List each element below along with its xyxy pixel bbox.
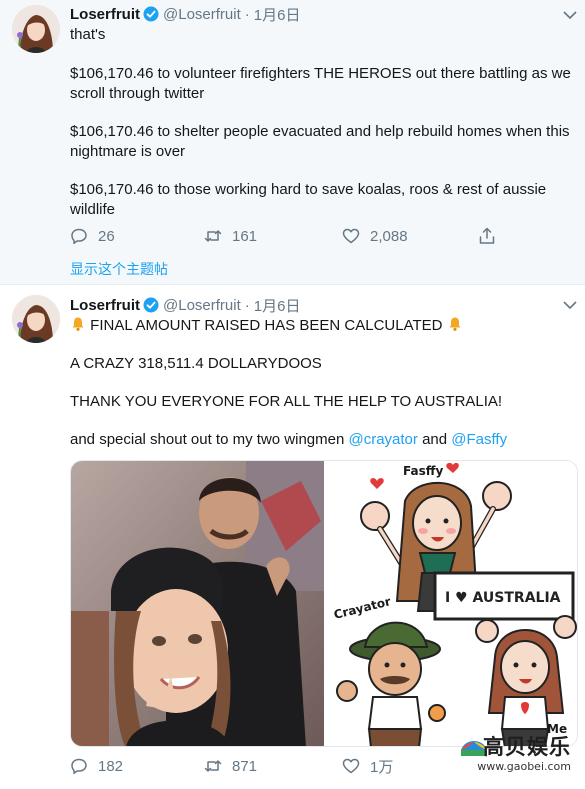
- show-thread-link[interactable]: 显示这个主题帖: [70, 259, 168, 279]
- mention-crayator[interactable]: @crayator: [348, 431, 417, 448]
- retweet-count: 871: [232, 757, 258, 775]
- chevron-down-icon[interactable]: [563, 10, 577, 20]
- reply-icon: [71, 758, 87, 775]
- tweet-date[interactable]: 1月6日: [254, 295, 301, 316]
- tweet-actions: 182 871 1万: [70, 756, 510, 776]
- cartoon-illustration[interactable]: Fasffy I ♥ AUSTRALIA Crayator Me: [325, 461, 578, 747]
- watermark-url: www.gaobei.com: [477, 760, 571, 773]
- like-icon: [342, 758, 360, 774]
- shoutout-and: and: [417, 431, 452, 448]
- avatar-illustration-icon: [12, 295, 60, 343]
- reply-button[interactable]: 26: [70, 227, 115, 245]
- chevron-down-icon[interactable]: [563, 300, 577, 310]
- reply-count: 26: [98, 227, 115, 245]
- tweet-actions: 26 161 2,088: [70, 226, 510, 246]
- tweet-header: Loserfruit @Loserfruit · 1月6日: [70, 4, 300, 24]
- tweet-paragraph: A CRAZY 318,511.4 DOLLARYDOOS: [70, 355, 322, 372]
- user-handle[interactable]: @Loserfruit: [163, 297, 241, 314]
- reply-icon: [71, 228, 87, 245]
- sign-text: I ♥ AUSTRALIA: [445, 590, 561, 606]
- reply-count: 182: [98, 757, 124, 775]
- tweet-paragraph: $106,170.46 to volunteer firefighters TH…: [70, 65, 571, 102]
- reply-button[interactable]: 182: [70, 757, 123, 775]
- tweet-paragraph: $106,170.46 to those working hard to sav…: [70, 181, 547, 218]
- mention-fasffy[interactable]: @Fasffy: [451, 431, 507, 448]
- retweet-count: 161: [232, 227, 258, 245]
- like-count: 2,088: [370, 227, 408, 245]
- share-button[interactable]: [478, 227, 506, 245]
- like-button[interactable]: 1万: [342, 756, 393, 777]
- tweet-paragraph: that's: [70, 26, 106, 43]
- bell-icon: [72, 317, 84, 331]
- verified-badge-icon: [143, 6, 159, 22]
- like-button[interactable]: 2,088: [342, 227, 408, 245]
- tweet-date[interactable]: 1月6日: [254, 4, 301, 25]
- display-name[interactable]: Loserfruit: [70, 6, 140, 23]
- tweet-text: FINAL AMOUNT RAISED HAS BEEN CALCULATED …: [70, 316, 580, 450]
- fasffy-label: Fasffy: [403, 464, 443, 478]
- media-container[interactable]: Fasffy I ♥ AUSTRALIA Crayator Me: [70, 460, 578, 747]
- tweet-header: Loserfruit @Loserfruit · 1月6日: [70, 295, 300, 315]
- bell-icon: [449, 317, 461, 331]
- avatar-illustration-icon: [12, 5, 60, 53]
- avatar[interactable]: [12, 5, 60, 53]
- announcement-text: FINAL AMOUNT RAISED HAS BEEN CALCULATED: [90, 317, 443, 334]
- retweet-button[interactable]: 871: [204, 757, 257, 775]
- separator-dot: ·: [244, 296, 250, 314]
- display-name[interactable]: Loserfruit: [70, 297, 140, 314]
- selfie-photo[interactable]: [71, 461, 324, 747]
- avatar[interactable]: [12, 295, 60, 343]
- separator-dot: ·: [244, 5, 250, 23]
- tweet-1[interactable]: Loserfruit @Loserfruit · 1月6日 that's $10…: [0, 0, 585, 284]
- watermark-text: 高贝娱乐: [483, 734, 571, 759]
- tweet-paragraph: and special shout out to my two wingmen …: [70, 430, 580, 450]
- shoutout-text: and special shout out to my two wingmen: [70, 431, 349, 448]
- tweet-2[interactable]: Loserfruit @Loserfruit · 1月6日 FINAL AMOU…: [0, 284, 585, 789]
- verified-badge-icon: [143, 297, 159, 313]
- user-handle[interactable]: @Loserfruit: [163, 6, 241, 23]
- retweet-button[interactable]: 161: [204, 227, 257, 245]
- share-icon: [479, 227, 495, 244]
- like-icon: [342, 228, 360, 244]
- tweet-paragraph: $106,170.46 to shelter people evacuated …: [70, 123, 570, 160]
- like-count: 1万: [370, 758, 394, 776]
- tweet-paragraph: THANK YOU EVERYONE FOR ALL THE HELP TO A…: [70, 393, 503, 410]
- retweet-icon: [204, 760, 222, 772]
- retweet-icon: [204, 230, 222, 242]
- tweet-text: that's $106,170.46 to volunteer firefigh…: [70, 25, 580, 220]
- tweet-paragraph: FINAL AMOUNT RAISED HAS BEEN CALCULATED: [70, 316, 580, 336]
